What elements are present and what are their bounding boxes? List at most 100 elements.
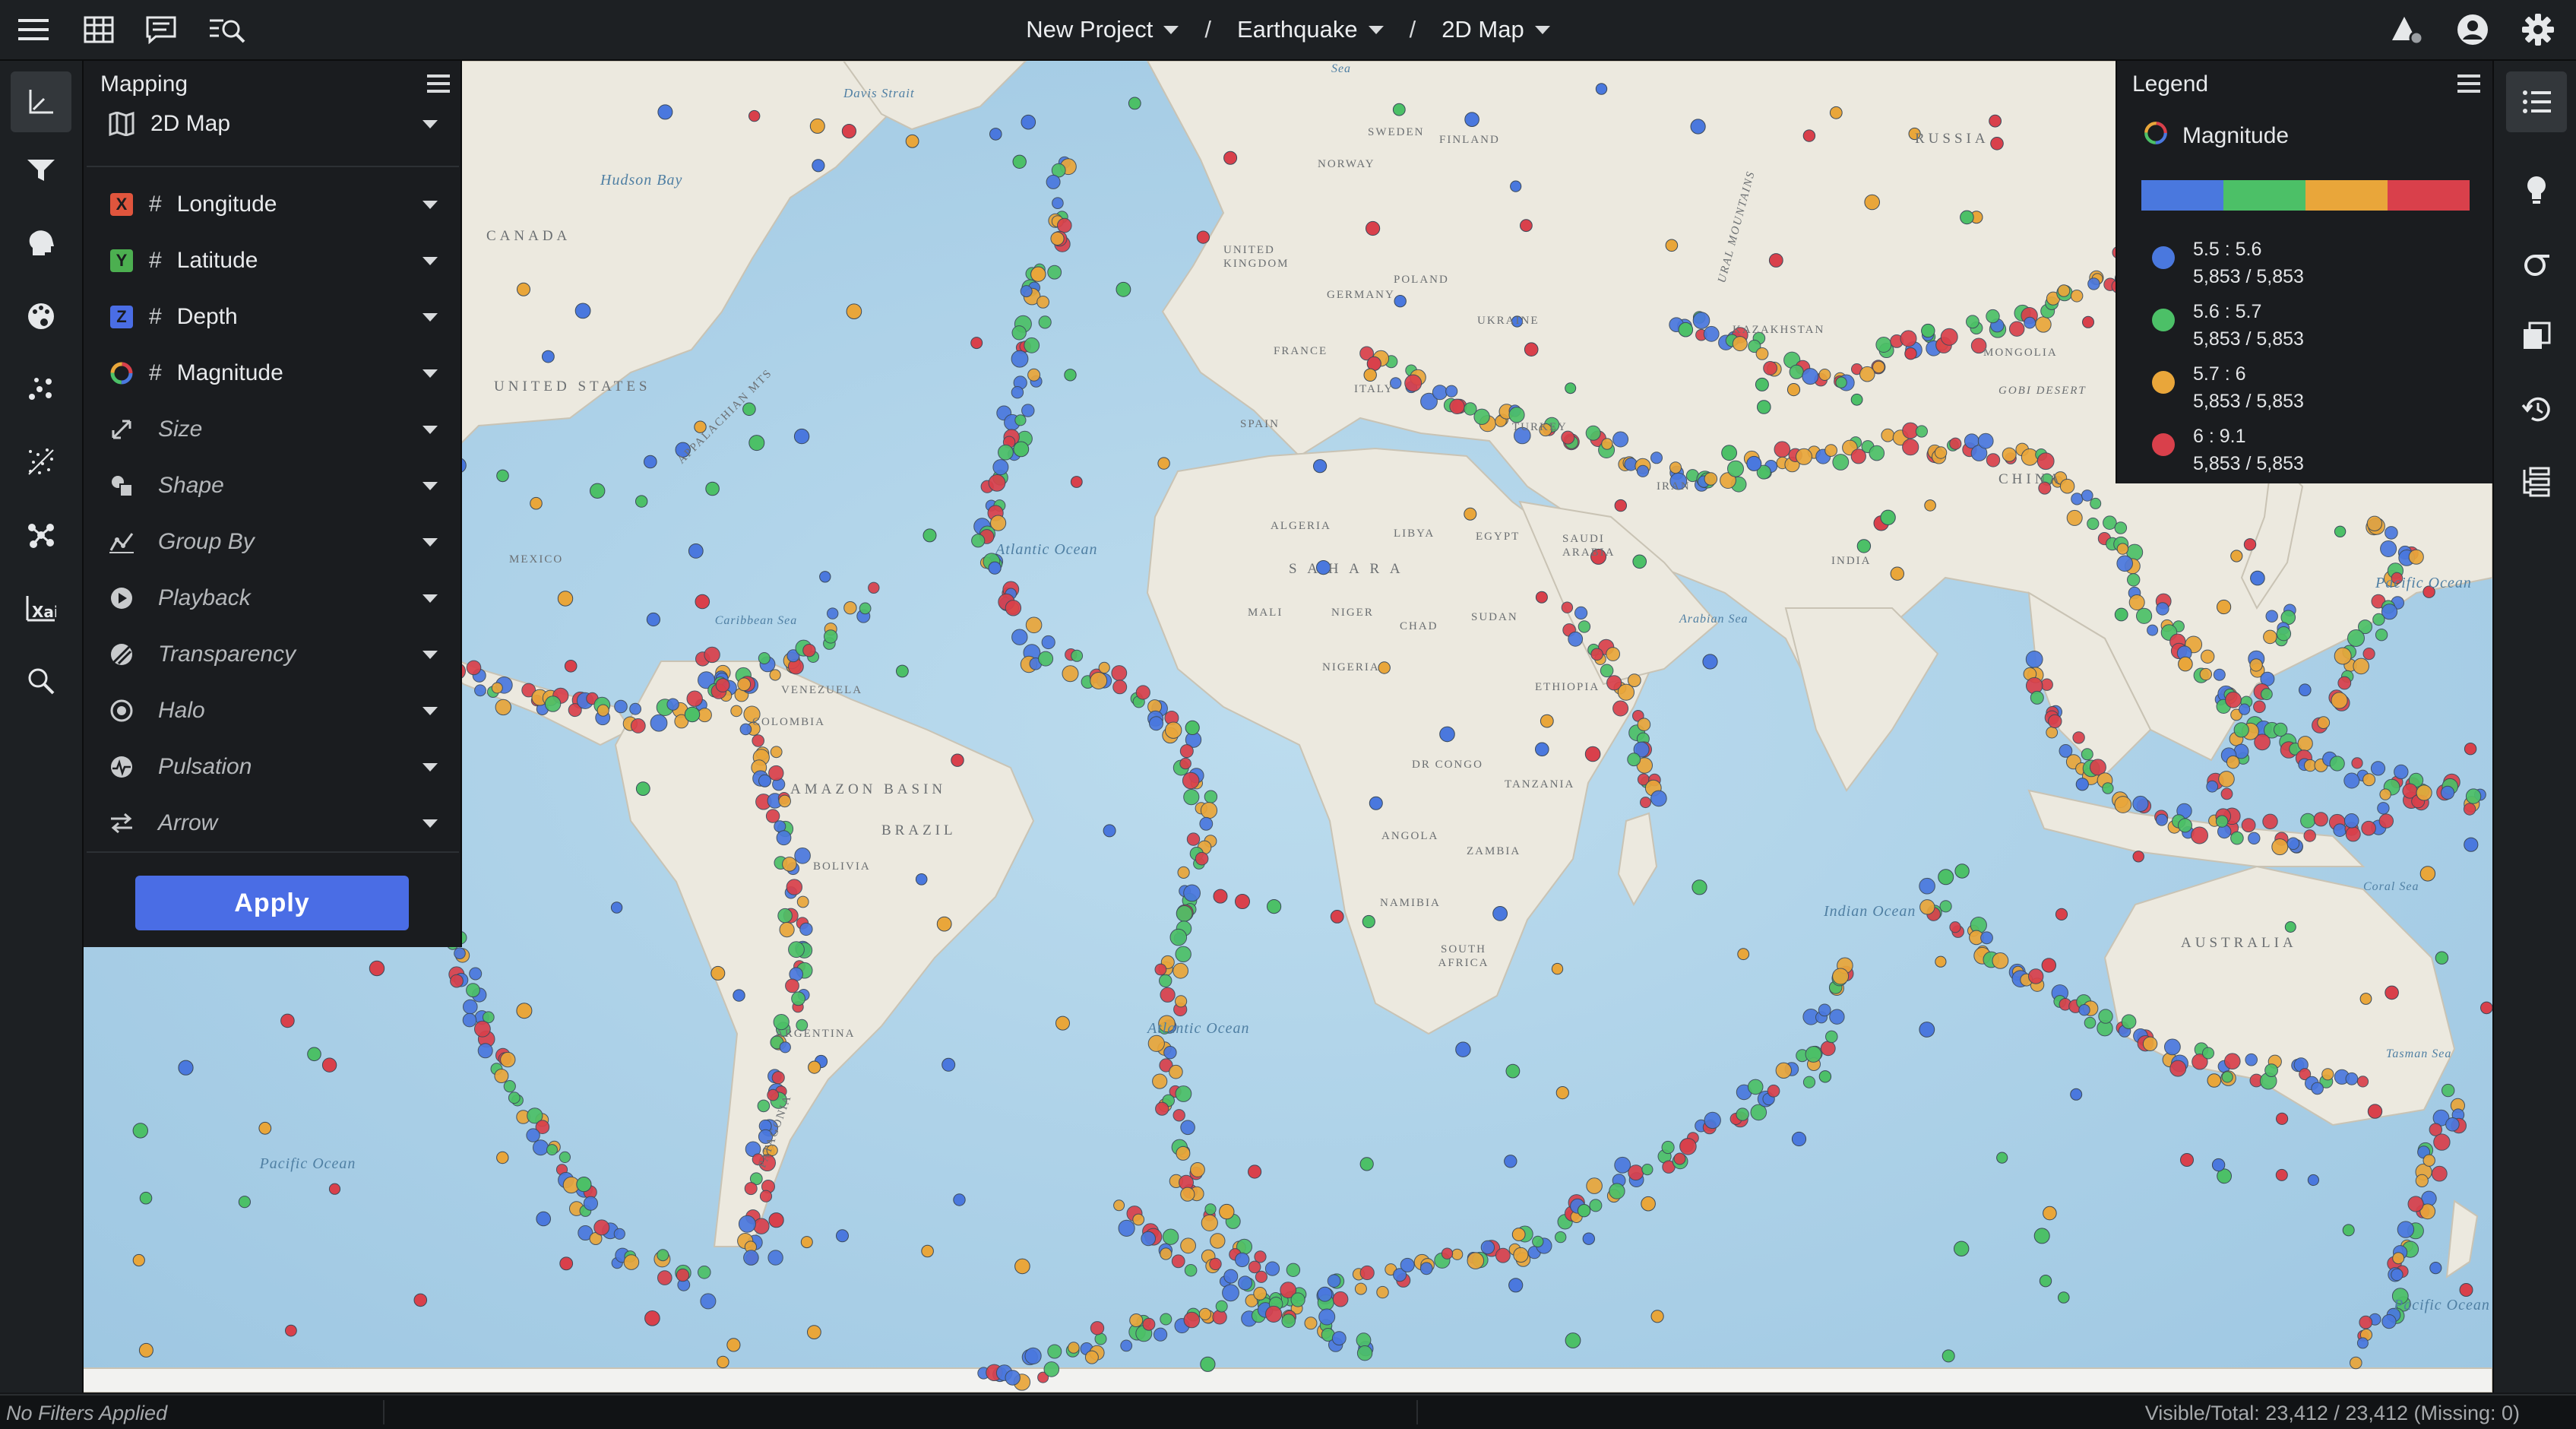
earthquake-point[interactable] bbox=[2046, 726, 2059, 739]
earthquake-point[interactable] bbox=[1796, 448, 1812, 465]
earthquake-point[interactable] bbox=[1057, 217, 1072, 233]
earthquake-point[interactable] bbox=[1574, 606, 1588, 620]
earthquake-point[interactable] bbox=[2218, 771, 2235, 787]
earthquake-point[interactable] bbox=[1977, 433, 1994, 449]
earthquake-point[interactable] bbox=[1578, 620, 1591, 633]
earthquake-point[interactable] bbox=[843, 601, 857, 615]
earthquake-point[interactable] bbox=[824, 629, 838, 644]
earthquake-point[interactable] bbox=[2221, 1071, 2233, 1083]
earthquake-point[interactable] bbox=[778, 794, 792, 808]
earthquake-point[interactable] bbox=[1612, 700, 1629, 717]
earthquake-point[interactable] bbox=[583, 1196, 599, 1211]
earthquake-point[interactable] bbox=[454, 947, 466, 959]
filter-icon[interactable] bbox=[11, 140, 71, 201]
earthquake-point[interactable] bbox=[819, 571, 831, 583]
earthquake-point[interactable] bbox=[1856, 539, 1872, 553]
earthquake-point[interactable] bbox=[646, 612, 661, 627]
earthquake-point[interactable] bbox=[998, 444, 1014, 461]
earthquake-point[interactable] bbox=[1775, 1062, 1793, 1079]
earthquake-point[interactable] bbox=[2066, 509, 2083, 526]
earthquake-point[interactable] bbox=[644, 1310, 660, 1326]
earthquake-point[interactable] bbox=[799, 922, 813, 936]
earthquake-point[interactable] bbox=[1986, 309, 2000, 324]
earthquake-point[interactable] bbox=[2429, 1262, 2442, 1275]
earthquake-point[interactable] bbox=[597, 704, 609, 717]
earthquake-point[interactable] bbox=[2353, 657, 2369, 675]
earthquake-point[interactable] bbox=[2342, 1224, 2355, 1237]
earthquake-point[interactable] bbox=[1859, 366, 1875, 382]
earthquake-point[interactable] bbox=[2343, 772, 2360, 789]
earthquake-point[interactable] bbox=[1182, 772, 1200, 790]
earthquake-point[interactable] bbox=[1755, 377, 1769, 391]
earthquake-point[interactable] bbox=[2445, 1117, 2460, 1132]
magnitude-field-select[interactable]: # Magnitude bbox=[99, 347, 456, 400]
earthquake-point[interactable] bbox=[1555, 1231, 1567, 1244]
earthquake-point[interactable] bbox=[1432, 385, 1448, 401]
earthquake-point[interactable] bbox=[1532, 1235, 1544, 1248]
legend-item[interactable]: 5.6 : 5.7 5,853 / 5,853 bbox=[2152, 298, 2304, 353]
earthquake-point[interactable] bbox=[1199, 816, 1214, 831]
earthquake-point[interactable] bbox=[1650, 452, 1663, 464]
earthquake-point[interactable] bbox=[1021, 114, 1036, 130]
earthquake-point[interactable] bbox=[676, 1268, 690, 1282]
earthquake-point[interactable] bbox=[1253, 1287, 1267, 1301]
earthquake-point[interactable] bbox=[1175, 946, 1191, 963]
earthquake-point[interactable] bbox=[2030, 690, 2044, 705]
earthquake-point[interactable] bbox=[321, 1057, 337, 1073]
earthquake-point[interactable] bbox=[629, 702, 641, 715]
earthquake-point[interactable] bbox=[726, 1338, 741, 1352]
earthquake-point[interactable] bbox=[1103, 824, 1116, 838]
earthquake-point[interactable] bbox=[1832, 968, 1850, 985]
earthquake-point[interactable] bbox=[2213, 668, 2226, 681]
earthquake-point[interactable] bbox=[1692, 312, 1710, 329]
earthquake-point[interactable] bbox=[516, 1003, 533, 1019]
earthquake-point[interactable] bbox=[1818, 369, 1831, 381]
earthquake-point[interactable] bbox=[1511, 1228, 1526, 1241]
earthquake-point[interactable] bbox=[1818, 1003, 1831, 1017]
earthquake-point[interactable] bbox=[785, 978, 799, 993]
earthquake-point[interactable] bbox=[1919, 877, 1935, 895]
earthquake-point[interactable] bbox=[2265, 610, 2278, 623]
earthquake-point[interactable] bbox=[1111, 665, 1128, 681]
earthquake-point[interactable] bbox=[1508, 1278, 1524, 1293]
earthquake-point[interactable] bbox=[2072, 731, 2085, 744]
earthquake-point[interactable] bbox=[564, 660, 578, 673]
earthquake-point[interactable] bbox=[1036, 296, 1049, 309]
earthquake-point[interactable] bbox=[1014, 1258, 1030, 1275]
earthquake-point[interactable] bbox=[2362, 648, 2375, 661]
earthquake-point[interactable] bbox=[2394, 764, 2409, 780]
earthquake-point[interactable] bbox=[1650, 790, 1667, 807]
earthquake-point[interactable] bbox=[1005, 600, 1022, 616]
earthquake-point[interactable] bbox=[922, 528, 937, 543]
earthquake-point[interactable] bbox=[1071, 649, 1084, 662]
copy-data-icon[interactable] bbox=[2506, 306, 2567, 366]
earthquake-point[interactable] bbox=[1052, 197, 1064, 209]
earthquake-point[interactable] bbox=[2225, 691, 2242, 708]
earthquake-point[interactable] bbox=[1070, 476, 1083, 488]
earthquake-point[interactable] bbox=[1090, 672, 1108, 689]
earthquake-point[interactable] bbox=[542, 350, 555, 363]
earthquake-point[interactable] bbox=[2380, 540, 2397, 557]
earthquake-point[interactable] bbox=[1204, 1203, 1217, 1215]
earthquake-point[interactable] bbox=[1213, 889, 1228, 904]
earthquake-point[interactable] bbox=[802, 644, 816, 657]
earthquake-point[interactable] bbox=[794, 848, 811, 864]
earthquake-point[interactable] bbox=[2331, 692, 2348, 709]
earthquake-point[interactable] bbox=[836, 1229, 849, 1243]
earthquake-point[interactable] bbox=[786, 879, 802, 895]
earthquake-point[interactable] bbox=[1149, 716, 1163, 731]
earthquake-point[interactable] bbox=[1590, 648, 1603, 661]
earthquake-point[interactable] bbox=[1014, 414, 1027, 426]
earthquake-point[interactable] bbox=[1767, 1084, 1780, 1098]
earthquake-point[interactable] bbox=[1941, 1349, 1955, 1363]
earthquake-point[interactable] bbox=[1330, 910, 1344, 924]
earthquake-point[interactable] bbox=[1445, 385, 1458, 398]
earthquake-point[interactable] bbox=[2114, 521, 2128, 534]
earthquake-point[interactable] bbox=[2345, 826, 2361, 842]
earthquake-point[interactable] bbox=[1160, 987, 1176, 1003]
earthquake-point[interactable] bbox=[613, 1228, 625, 1240]
earthquake-point[interactable] bbox=[1755, 347, 1769, 360]
earthquake-point[interactable] bbox=[753, 1218, 770, 1234]
earthquake-point[interactable] bbox=[1195, 851, 1209, 866]
earthquake-point[interactable] bbox=[1586, 1177, 1603, 1194]
